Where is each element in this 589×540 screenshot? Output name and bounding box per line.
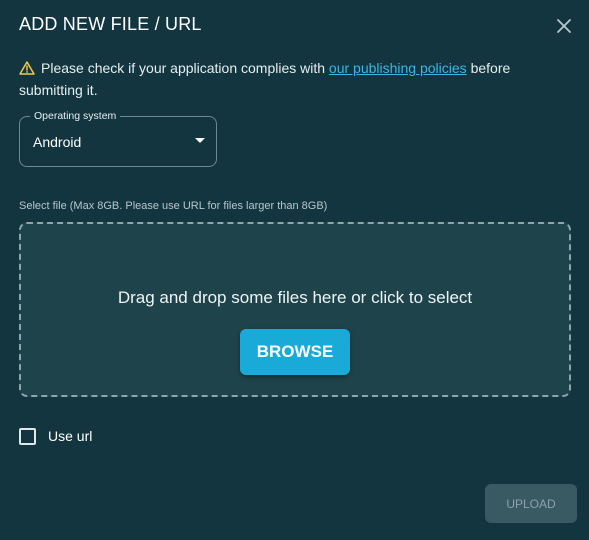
publishing-policies-link[interactable]: our publishing policies xyxy=(329,60,467,76)
browse-button[interactable]: BROWSE xyxy=(240,329,350,375)
operating-system-label: Operating system xyxy=(30,109,121,123)
close-icon[interactable] xyxy=(554,16,574,36)
operating-system-select[interactable]: Operating system Android xyxy=(19,109,217,167)
use-url-toggle[interactable]: Use url xyxy=(19,427,92,445)
dialog-title: ADD NEW FILE / URL xyxy=(19,14,202,34)
select-file-label: Select file (Max 8GB. Please use URL for… xyxy=(19,200,328,212)
dropdown-caret-icon xyxy=(195,138,205,143)
use-url-label: Use url xyxy=(48,428,93,444)
file-dropzone[interactable]: Drag and drop some files here or click t… xyxy=(19,222,571,397)
notice-text-before: Please check if your application complie… xyxy=(41,60,329,76)
use-url-checkbox[interactable] xyxy=(19,427,36,445)
warning-icon xyxy=(19,59,35,75)
upload-button[interactable]: UPLOAD xyxy=(485,484,577,523)
dropzone-text: Drag and drop some files here or click t… xyxy=(117,288,473,307)
operating-system-value: Android xyxy=(33,134,82,150)
policy-notice: Please check if your application complie… xyxy=(19,57,539,101)
add-file-dialog: ADD NEW FILE / URL Please check if your … xyxy=(0,0,589,540)
